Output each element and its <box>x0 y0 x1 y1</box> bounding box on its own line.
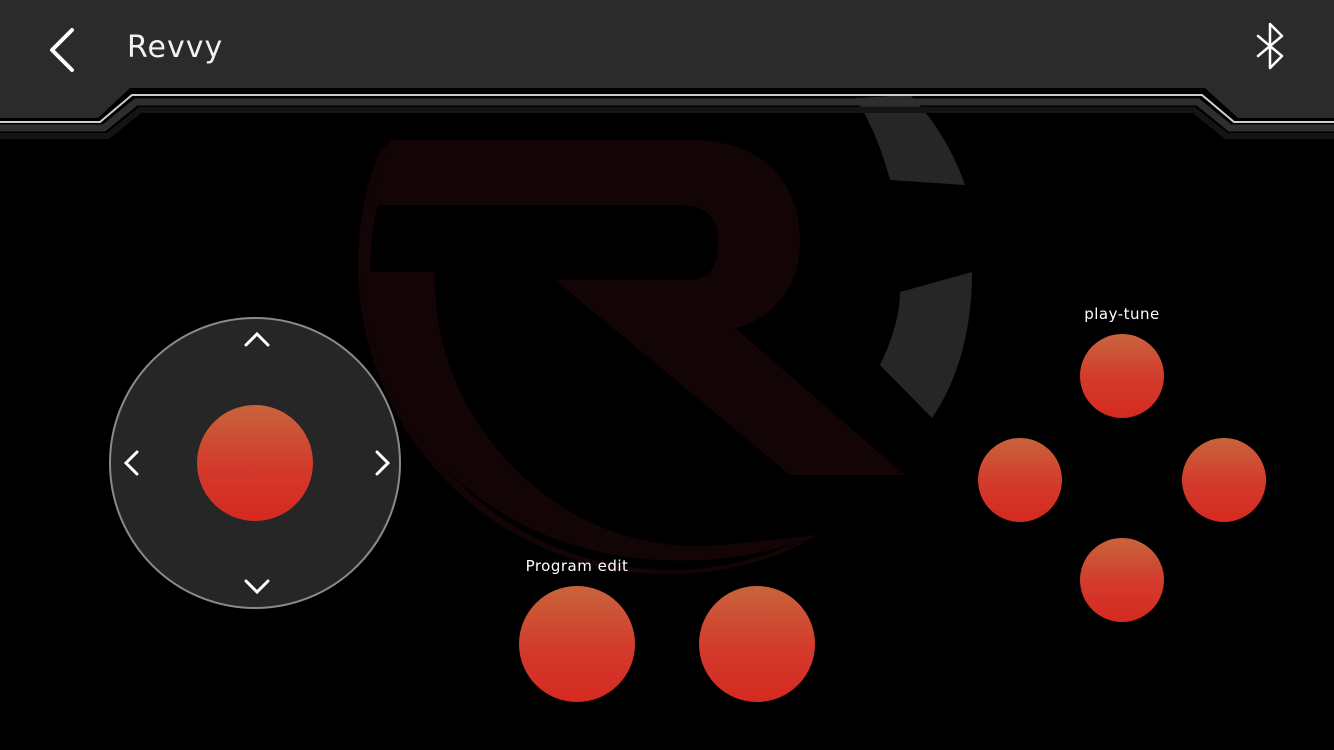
back-button[interactable] <box>40 22 90 76</box>
program-edit-label: Program edit <box>525 557 629 575</box>
program-button-1[interactable] <box>519 586 635 702</box>
joystick-pad[interactable] <box>109 317 401 609</box>
joystick-knob[interactable] <box>197 405 313 521</box>
play-button-bottom[interactable] <box>1080 538 1164 622</box>
app-title: Revvy <box>127 30 224 65</box>
chevron-down-icon <box>244 579 270 595</box>
chevron-left-icon <box>50 28 74 72</box>
play-button-left[interactable] <box>978 438 1062 522</box>
chevron-left-icon <box>123 450 139 476</box>
play-button-top[interactable] <box>1080 334 1164 418</box>
play-tune-label: play-tune <box>1084 305 1160 323</box>
play-button-right[interactable] <box>1182 438 1266 522</box>
bluetooth-icon <box>1256 22 1284 70</box>
program-button-2[interactable] <box>699 586 815 702</box>
header-frame <box>0 0 1334 139</box>
bluetooth-button[interactable] <box>1250 20 1290 74</box>
chevron-up-icon <box>244 331 270 347</box>
app-header <box>0 0 1334 145</box>
chevron-right-icon <box>375 450 391 476</box>
